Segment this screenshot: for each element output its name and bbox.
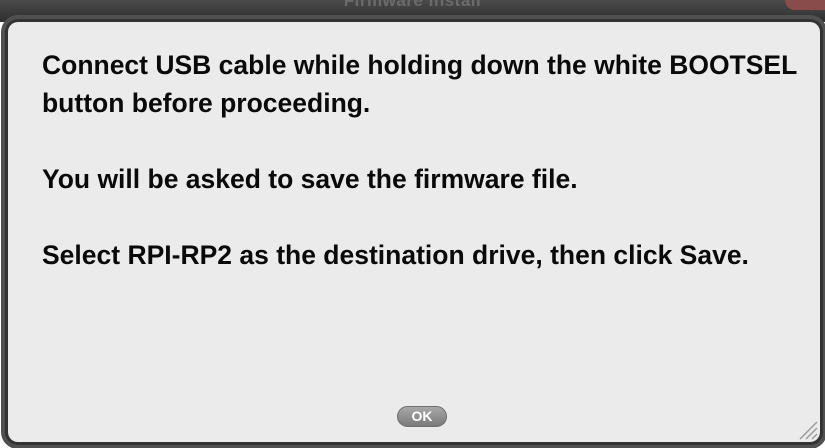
ok-button[interactable]: OK <box>397 406 447 427</box>
alert-dialog: Connect USB cable while holding down the… <box>8 22 820 442</box>
resize-grip-icon[interactable] <box>796 418 818 440</box>
titlebar-close-icon[interactable] <box>785 0 825 10</box>
dialog-message: Connect USB cable while holding down the… <box>42 46 802 312</box>
message-paragraph-destination: Select RPI-RP2 as the destination drive,… <box>42 240 749 270</box>
window-title: Firmware Install <box>343 0 482 10</box>
window-titlebar[interactable]: Firmware Install <box>0 0 825 22</box>
message-paragraph-bootsel: Connect USB cable while holding down the… <box>42 50 797 118</box>
message-paragraph-save-prompt: You will be asked to save the firmware f… <box>42 164 578 194</box>
